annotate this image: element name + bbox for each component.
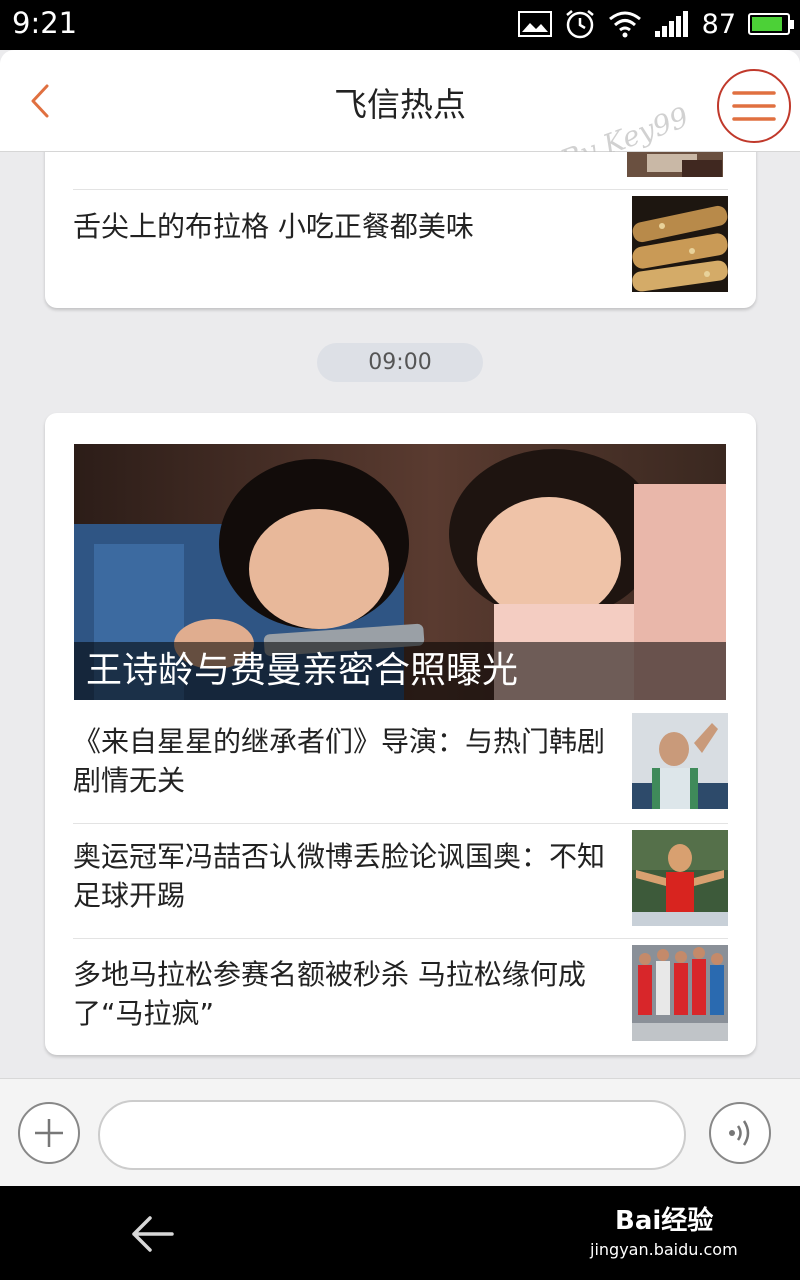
news-headline[interactable]: 《来自星星的继承者们》导演：与热门韩剧剧情无关 (73, 722, 618, 800)
menu-button[interactable] (717, 69, 791, 143)
status-bar: 9:21 87 (0, 0, 800, 50)
image-icon (517, 11, 552, 37)
news-thumbnail[interactable] (632, 196, 728, 292)
news-headline[interactable]: 多地马拉松参赛名额被秒杀 马拉松缘何成了“马拉疯” (73, 955, 618, 1033)
list-item[interactable]: 《来自星星的继承者们》导演：与热门韩剧剧情无关 (73, 709, 728, 823)
news-headline[interactable]: 奥运冠军冯喆否认微博丢脸论讽国奥：不知足球开踢 (73, 837, 618, 915)
nav-back-icon[interactable] (128, 1210, 176, 1258)
news-card: 舌尖上的布拉格 小吃正餐都美味 (45, 152, 756, 308)
plus-icon (35, 1119, 63, 1147)
list-item[interactable]: 奥运冠军冯喆否认微博丢脸论讽国奥：不知足球开踢 (73, 823, 728, 938)
status-icons: 87 (517, 8, 794, 40)
timestamp-divider: 09:00 (317, 343, 483, 382)
news-headline[interactable]: 舌尖上的布拉格 小吃正餐都美味 (73, 207, 618, 246)
wifi-icon (608, 11, 641, 38)
news-feed[interactable]: 舌尖上的布拉格 小吃正餐都美味 09:00 王诗龄与费曼亲密合照曝光 《来自星星… (0, 152, 800, 1078)
hero-news-item[interactable]: 王诗龄与费曼亲密合照曝光 (74, 444, 726, 700)
status-time: 9:21 (12, 6, 78, 40)
alarm-icon (565, 10, 594, 39)
news-thumbnail[interactable] (627, 152, 723, 177)
message-input[interactable] (98, 1100, 686, 1170)
baidu-logo: Bai经验 (615, 1206, 714, 1236)
news-thumbnail[interactable] (632, 713, 728, 809)
news-card: 王诗龄与费曼亲密合照曝光 《来自星星的继承者们》导演：与热门韩剧剧情无关 奥运冠… (45, 413, 756, 1055)
app-header: 飞信热点 百度经验 By Key99 (0, 50, 800, 218)
battery-icon (748, 13, 794, 35)
menu-icon (732, 91, 776, 121)
list-item[interactable]: 多地马拉松参赛名额被秒杀 马拉松缘何成了“马拉疯” (73, 938, 728, 1055)
battery-percent: 87 (701, 8, 736, 40)
news-thumbnail[interactable] (632, 830, 728, 926)
list-item[interactable]: 舌尖上的布拉格 小吃正餐都美味 (73, 189, 728, 307)
voice-icon (729, 1120, 750, 1146)
news-thumbnail[interactable] (632, 945, 728, 1041)
signal-icon (654, 11, 688, 37)
voice-button[interactable] (709, 1102, 771, 1164)
baidu-url: jingyan.baidu.com (590, 1240, 738, 1259)
system-nav-bar: Bai经验 jingyan.baidu.com (0, 1186, 800, 1280)
input-bar (0, 1078, 800, 1186)
plus-button[interactable] (18, 1102, 80, 1164)
hero-caption: 王诗龄与费曼亲密合照曝光 (74, 642, 726, 700)
